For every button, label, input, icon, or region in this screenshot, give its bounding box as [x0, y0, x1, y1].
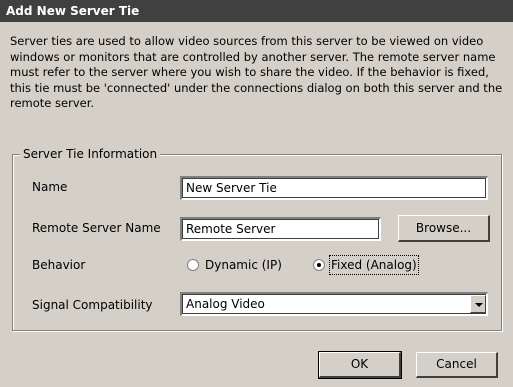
fixed-analog-label[interactable]: Fixed (Analog)	[329, 255, 419, 275]
dialog-title: Add New Server Tie	[0, 0, 513, 22]
signal-compat-value: Analog Video	[186, 297, 265, 311]
add-server-tie-dialog: Add New Server Tie Server ties are used …	[0, 0, 513, 387]
dynamic-ip-radio[interactable]	[187, 259, 199, 271]
radio-selected-dot	[317, 263, 321, 267]
group-legend: Server Tie Information	[20, 146, 161, 162]
remote-server-label: Remote Server Name	[32, 221, 161, 235]
cancel-button[interactable]: Cancel	[416, 352, 498, 378]
dialog-description: Server ties are used to allow video sour…	[10, 34, 503, 110]
behavior-label: Behavior	[32, 258, 86, 272]
fixed-analog-radio[interactable]	[313, 259, 325, 271]
dynamic-ip-label[interactable]: Dynamic (IP)	[205, 257, 282, 273]
signal-compat-label: Signal Compatibility	[32, 298, 153, 312]
name-input[interactable]: New Server Tie	[180, 176, 488, 200]
ok-button[interactable]: OK	[318, 351, 402, 379]
chevron-down-icon[interactable]	[470, 295, 486, 313]
browse-button[interactable]: Browse...	[398, 215, 490, 242]
remote-server-input[interactable]: Remote Server	[180, 217, 381, 241]
name-label: Name	[32, 180, 68, 194]
signal-compat-select[interactable]: Analog Video	[180, 292, 488, 316]
